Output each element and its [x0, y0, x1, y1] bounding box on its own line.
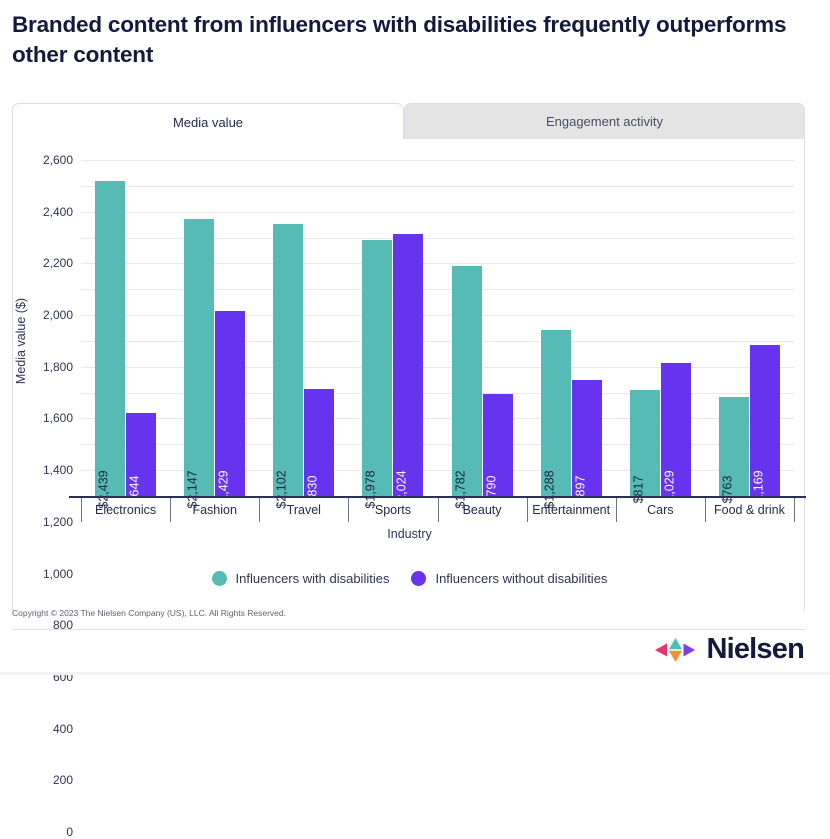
bar[interactable]: $2,439 [95, 180, 125, 508]
category-label: Travel [286, 503, 321, 517]
y-tick-label: 1,800 [42, 359, 73, 374]
tab-engagement-activity[interactable]: Engagement activity [404, 103, 805, 140]
bar-group: $2,147 $1,429 [170, 160, 259, 508]
tab-media-value[interactable]: Media value [12, 103, 404, 140]
bar[interactable]: $790 [482, 393, 513, 503]
tab-media-value-label: Media value [172, 114, 244, 130]
bar[interactable]: $2,147 [184, 218, 215, 508]
legend-item[interactable]: Influencers with disabilities [211, 571, 390, 586]
copyright-text: Copyright © 2023 The Nielsen Company (US… [12, 608, 286, 618]
nielsen-wordmark: Nielsen [706, 633, 804, 665]
footer-divider [12, 629, 805, 630]
category-separator [170, 498, 172, 522]
category-label: Food & drink [714, 503, 785, 517]
y-tick-label: 0 [66, 825, 73, 839]
category-label: Beauty [462, 503, 502, 517]
bar-group: $1,978 $2,024 [348, 160, 437, 508]
nielsen-logo-mark-icon [654, 637, 696, 663]
bar-group: $763 $1,169 [705, 160, 794, 508]
y-tick-label: 2,400 [42, 204, 73, 219]
category-label: Entertainment [532, 503, 611, 517]
bar-group: $1,288 $897 [527, 160, 616, 508]
category-separator [704, 498, 706, 522]
category-separator [348, 498, 350, 522]
chart-legend: Influencers with disabilities Influencers… [13, 571, 806, 586]
bar-group: $817 $1,029 [616, 160, 705, 508]
bar[interactable]: $830 [304, 388, 335, 503]
y-tick-label: 2,200 [42, 256, 73, 271]
y-tick-label: 1,400 [42, 463, 73, 478]
bars-layer: $2,439 $644 $2,147 $1,429 $2,102 $830 $1,978 $2… [81, 160, 794, 508]
bar[interactable]: $2,024 [393, 234, 424, 508]
tab-engagement-activity-label: Engagement activity [545, 114, 664, 129]
category-separator [794, 498, 795, 522]
y-tick-label: 400 [52, 721, 73, 736]
bar[interactable]: $1,288 [540, 329, 571, 508]
bar[interactable]: $2,102 [273, 224, 304, 508]
category-label: Sports [374, 503, 411, 517]
x-axis-title: Industry [387, 527, 432, 541]
legend-label: Influencers with disabilities [235, 571, 390, 586]
page-title: Branded content from influencers with di… [12, 12, 787, 67]
bar-group: $2,439 $644 [81, 160, 170, 508]
category-separator [259, 498, 261, 522]
bar[interactable]: $1,029 [660, 363, 691, 508]
category-separator [615, 498, 617, 522]
legend-label: Influencers without disabilities [435, 571, 608, 586]
legend-color-swatch-icon [211, 571, 227, 586]
bar[interactable]: $897 [571, 380, 602, 503]
bar-chart: Media value ($) 0 200 400 600 800 1,000 1,200 1… [13, 139, 806, 839]
category-label: Electronics [94, 503, 157, 517]
chart-panel: Media value ($) 0 200 400 600 800 1,000 1,200 1… [12, 139, 806, 839]
category-axis: Electronics Fashion Travel Sports Beauty Ente… [69, 498, 806, 522]
bar[interactable]: $1,169 [749, 344, 780, 508]
category-separator [526, 498, 528, 522]
category-label: Cars [647, 503, 674, 517]
bar[interactable]: $1,782 [451, 265, 482, 508]
y-tick-label: 2,000 [42, 308, 73, 323]
bar-group: $2,102 $830 [259, 160, 348, 508]
nielsen-logo: Nielsen [654, 633, 805, 665]
bar[interactable]: $763 [718, 397, 749, 503]
bar[interactable]: $817 [629, 390, 660, 503]
bar[interactable]: $1,978 [362, 240, 393, 508]
tab-bar: Media value Engagement activity [12, 103, 805, 140]
y-tick-label: 1,600 [42, 411, 73, 426]
category-separator [437, 498, 439, 522]
legend-color-swatch-icon [411, 571, 427, 586]
y-tick-label: 2,600 [42, 153, 73, 167]
bar-group: $1,782 $790 [438, 160, 527, 508]
y-axis-title: Media value ($) [14, 297, 28, 385]
legend-item[interactable]: Influencers without disabilities [411, 571, 607, 586]
category-label: Fashion [192, 503, 237, 517]
y-tick-label: 200 [52, 773, 73, 788]
y-tick-label: 800 [52, 618, 73, 633]
bar[interactable]: $644 [126, 412, 156, 503]
category-separator [81, 498, 82, 522]
bar[interactable]: $1,429 [215, 311, 246, 508]
